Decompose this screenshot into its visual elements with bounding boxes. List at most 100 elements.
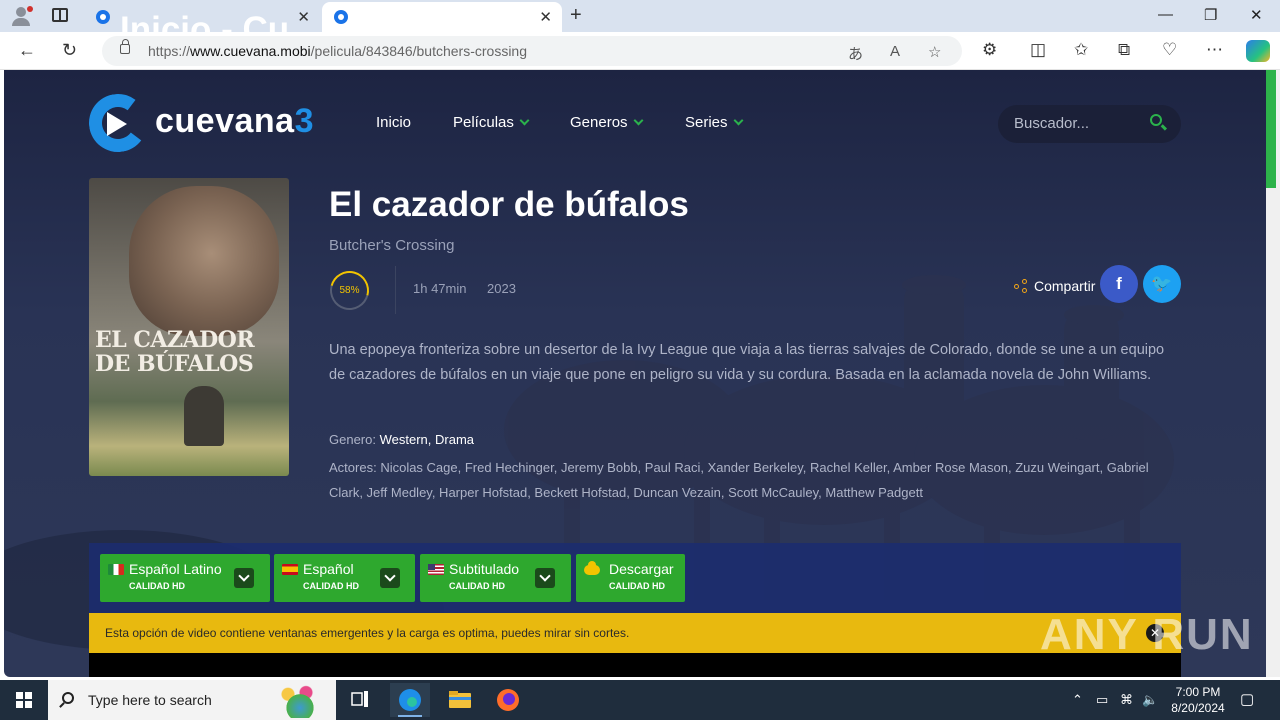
firefox-icon[interactable] bbox=[488, 683, 528, 717]
minimize-icon[interactable]: — bbox=[1158, 6, 1173, 23]
browser-tab-movie[interactable]: Ver El cazador de búfalos 2023 online ✕ bbox=[322, 2, 562, 49]
page-scrollbar[interactable] bbox=[1266, 70, 1280, 677]
cuevana-favicon-icon bbox=[96, 10, 110, 24]
es-flag-icon bbox=[282, 564, 298, 575]
actors-list[interactable]: Nicolas Cage, Fred Hechinger, Jeremy Bob… bbox=[329, 460, 1149, 500]
poster-face-image bbox=[129, 186, 279, 336]
copilot-icon[interactable] bbox=[1246, 40, 1270, 62]
site-search bbox=[998, 105, 1181, 143]
tray-network-icon[interactable]: ▭ bbox=[1096, 692, 1108, 708]
windows-start-icon[interactable] bbox=[16, 692, 32, 708]
translate-icon[interactable]: あ bbox=[848, 43, 863, 64]
nav-peliculas[interactable]: Películas bbox=[453, 114, 530, 131]
browser-tab-inicio[interactable]: Inicio - Cuevana 3 ✕ bbox=[84, 2, 320, 49]
movie-synopsis: Una epopeya fronteriza sobre un desertor… bbox=[329, 342, 1165, 383]
genre-label: Genero: bbox=[329, 432, 376, 447]
more-menu-icon[interactable]: ⋯ bbox=[1206, 40, 1223, 60]
option-quality: CALIDAD HD bbox=[609, 581, 665, 591]
favorite-star-icon[interactable]: ☆ bbox=[928, 43, 941, 61]
movie-duration: 1h 47min bbox=[413, 281, 467, 296]
collections-icon[interactable]: ⧉ bbox=[1118, 40, 1130, 60]
video-player[interactable] bbox=[89, 653, 1181, 677]
option-quality: CALIDAD HD bbox=[129, 581, 185, 591]
original-title: Butcher's Crossing bbox=[329, 237, 455, 254]
twitter-share-button[interactable]: 🐦 bbox=[1143, 265, 1181, 303]
nav-inicio[interactable]: Inicio bbox=[376, 114, 411, 131]
tray-chevron-up-icon[interactable]: ⌃ bbox=[1072, 692, 1083, 708]
mx-flag-icon bbox=[108, 564, 124, 575]
file-explorer-icon[interactable] bbox=[440, 683, 480, 717]
poster-title: EL CAZADOR DE BÚFALOS bbox=[95, 327, 255, 377]
split-screen-icon[interactable]: ◫ bbox=[1030, 40, 1046, 60]
back-arrow-icon[interactable]: ← bbox=[18, 40, 36, 61]
page-viewport: cuevana3 Inicio Películas Generos Series… bbox=[4, 70, 1266, 677]
taskbar-search[interactable]: Type here to search bbox=[48, 680, 336, 720]
tray-wifi-icon[interactable]: ⌘ bbox=[1120, 692, 1133, 708]
chevron-down-icon bbox=[519, 115, 530, 126]
windows-taskbar: Type here to search ⌃ ▭ ⌘ 🔈 7:00 PM 8/20… bbox=[0, 680, 1280, 720]
cuevana-logo[interactable]: cuevana3 bbox=[85, 90, 339, 158]
actors-row: Actores: Nicolas Cage, Fred Hechinger, J… bbox=[329, 455, 1179, 505]
search-input[interactable] bbox=[1014, 115, 1144, 132]
tray-volume-icon[interactable]: 🔈 bbox=[1142, 692, 1158, 708]
address-bar[interactable]: https://www.cuevana.mobi/pelicula/843846… bbox=[102, 36, 962, 66]
logo-play-icon bbox=[107, 112, 127, 136]
task-view-icon[interactable] bbox=[340, 683, 380, 717]
search-icon bbox=[62, 692, 74, 704]
option-language: Español bbox=[303, 561, 354, 577]
taskbar-search-placeholder: Type here to search bbox=[88, 692, 212, 708]
genre-row: Genero: Western, Drama bbox=[329, 432, 474, 447]
new-tab-icon[interactable]: + bbox=[570, 4, 582, 27]
anyrun-watermark: ANY RUN bbox=[1040, 610, 1254, 659]
clock-time: 7:00 PM bbox=[1175, 685, 1221, 699]
option-language: Subtitulado bbox=[449, 561, 520, 577]
popup-notice: Esta opción de video contiene ventanas e… bbox=[89, 613, 1181, 653]
tab-actions-icon[interactable] bbox=[52, 8, 68, 22]
url-text: https://www.cuevana.mobi/pelicula/843846… bbox=[148, 43, 528, 59]
option-quality: CALIDAD HD bbox=[303, 581, 359, 591]
option-language: Descargar bbox=[609, 561, 674, 577]
option-descargar[interactable]: Descargar CALIDAD HD bbox=[576, 554, 685, 602]
movie-year: 2023 bbox=[487, 281, 516, 296]
favorites-icon[interactable]: ✩ bbox=[1074, 40, 1088, 60]
chevron-down-icon bbox=[633, 115, 643, 126]
refresh-icon[interactable]: ↻ bbox=[62, 40, 77, 61]
clock-date: 8/20/2024 bbox=[1171, 701, 1225, 715]
share-button[interactable]: Compartir bbox=[1014, 277, 1095, 294]
meta-divider bbox=[395, 266, 396, 314]
edge-taskbar-icon[interactable] bbox=[390, 683, 430, 717]
restore-icon[interactable]: ❐ bbox=[1204, 6, 1217, 24]
option-espanol-latino[interactable]: Español Latino CALIDAD HD bbox=[100, 554, 270, 602]
scrollbar-thumb[interactable] bbox=[1266, 70, 1276, 188]
chevron-down-icon bbox=[733, 115, 743, 126]
taskbar-clock[interactable]: 7:00 PM 8/20/2024 bbox=[1166, 684, 1230, 716]
cuevana-favicon-icon bbox=[334, 10, 348, 24]
movie-title: El cazador de búfalos bbox=[329, 185, 689, 224]
profile-avatar-icon[interactable] bbox=[8, 5, 34, 27]
share-icon bbox=[1014, 279, 1028, 293]
nav-generos[interactable]: Generos bbox=[570, 114, 643, 131]
extensions-icon[interactable]: ⚙ bbox=[982, 40, 997, 60]
tab-close-icon[interactable]: ✕ bbox=[539, 8, 552, 26]
notification-center-icon[interactable]: ▢ bbox=[1240, 690, 1254, 708]
chevron-down-icon[interactable] bbox=[234, 568, 254, 588]
genre-links[interactable]: Western, Drama bbox=[380, 432, 474, 447]
read-aloud-icon[interactable]: A bbox=[890, 43, 900, 60]
option-subtitulado[interactable]: Subtitulado CALIDAD HD bbox=[420, 554, 571, 602]
player-section: Español Latino CALIDAD HD Español CALIDA… bbox=[89, 543, 1181, 677]
poster-rider-image bbox=[184, 386, 224, 446]
performance-icon[interactable]: ♡ bbox=[1162, 40, 1177, 60]
search-icon[interactable] bbox=[1150, 114, 1162, 126]
option-quality: CALIDAD HD bbox=[449, 581, 505, 591]
nav-series[interactable]: Series bbox=[685, 114, 743, 131]
rating-value: 58% bbox=[339, 285, 360, 296]
chevron-down-icon[interactable] bbox=[380, 568, 400, 588]
window-close-icon[interactable]: ✕ bbox=[1250, 6, 1263, 24]
movie-poster: EL CAZADOR DE BÚFALOS bbox=[89, 178, 289, 476]
option-espanol[interactable]: Español CALIDAD HD bbox=[274, 554, 415, 602]
tab-close-icon[interactable]: ✕ bbox=[297, 8, 310, 26]
us-flag-icon bbox=[428, 564, 444, 575]
cloud-download-icon bbox=[584, 561, 600, 575]
facebook-share-button[interactable]: f bbox=[1100, 265, 1138, 303]
chevron-down-icon[interactable] bbox=[535, 568, 555, 588]
